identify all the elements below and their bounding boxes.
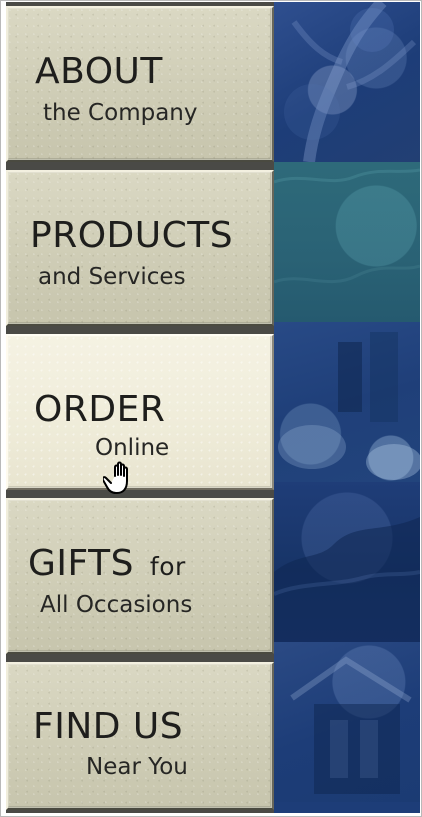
nav-gifts-title-suffix: for xyxy=(149,552,186,581)
photo-panel-about xyxy=(274,2,420,163)
photo-panel-products xyxy=(274,162,420,322)
photo-panel-order xyxy=(274,322,420,482)
hand-pointer-icon xyxy=(101,459,143,499)
nav-gifts-title-main: GIFTS xyxy=(28,543,134,584)
nav-gifts-subtitle: All Occasions xyxy=(40,592,193,618)
teal-photo xyxy=(274,168,420,284)
nav-findus-subtitle: Near You xyxy=(86,754,188,780)
building-photo xyxy=(290,656,412,794)
photo-panel-gifts xyxy=(274,482,420,642)
nav-findus-title: FIND US xyxy=(33,706,184,747)
nav-gifts-title: GIFTS for xyxy=(28,546,186,582)
nav-button-about[interactable]: ABOUT the Company xyxy=(6,6,274,162)
nav-button-find-us[interactable]: FIND US Near You xyxy=(6,662,274,810)
nav-button-products[interactable]: PRODUCTS and Services xyxy=(6,170,274,326)
photo-panel-find-us xyxy=(274,642,420,802)
nav-about-title: ABOUT xyxy=(35,51,163,92)
nav-about-subtitle: the Company xyxy=(43,100,198,126)
trees-photo xyxy=(274,517,420,642)
nav-products-subtitle: and Services xyxy=(38,264,186,290)
tree-photo xyxy=(284,2,417,163)
nav-order-title: ORDER xyxy=(34,389,166,430)
garden-photo xyxy=(278,332,420,480)
nav-products-title: PRODUCTS xyxy=(30,215,234,256)
photo-strip xyxy=(274,2,420,813)
nav-order-subtitle: Online xyxy=(95,435,170,461)
nav-button-gifts[interactable]: GIFTS for All Occasions xyxy=(6,498,274,654)
